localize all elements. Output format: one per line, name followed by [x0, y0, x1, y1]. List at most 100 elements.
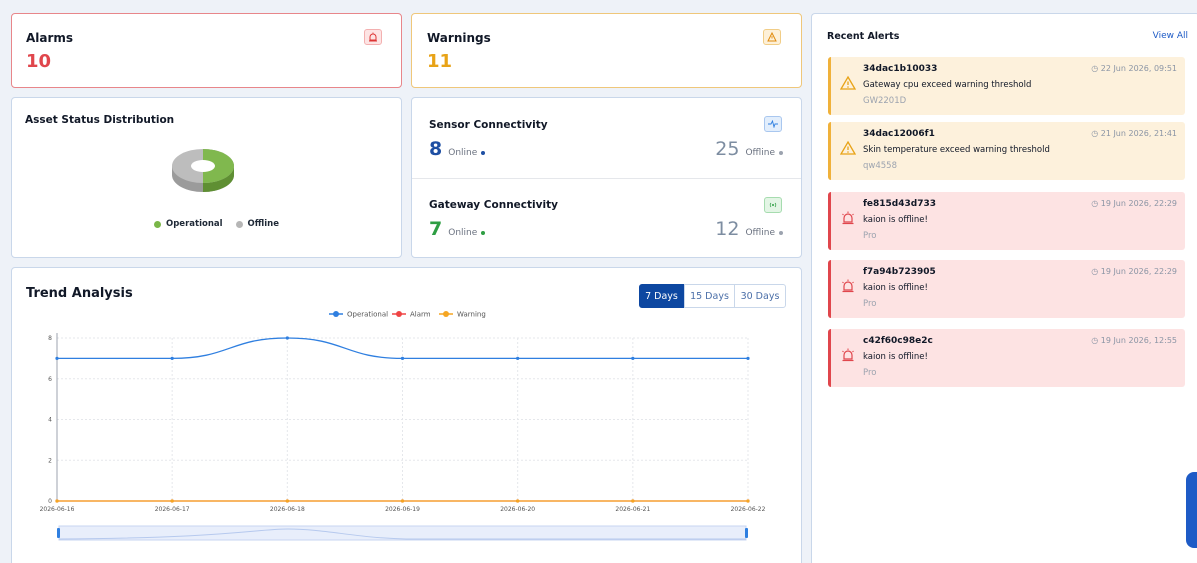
warning-icon [763, 29, 781, 45]
view-all-link[interactable]: View All [1153, 31, 1188, 41]
online-dot [481, 151, 486, 155]
y-tick-label: 4 [48, 417, 52, 424]
alert-item-alarm[interactable]: fe815d43d733 ◷ 19 Jun 2026, 22:29 kaion is… [828, 192, 1185, 250]
sensor-offline-label: Offline [745, 148, 775, 158]
alert-time: ◷ 22 Jun 2026, 09:51 [1091, 64, 1177, 73]
zoom-slider-track [58, 525, 747, 541]
x-tick-label: 2026-06-20 [500, 506, 535, 513]
alert-item-warning[interactable]: 34dac12006f1 ◷ 21 Jun 2026, 21:41 Skin tem… [828, 122, 1185, 180]
warnings-label: Warnings [427, 31, 491, 45]
help-widget-button[interactable] [1186, 472, 1197, 548]
data-point-warning [516, 499, 520, 503]
alert-time: ◷ 19 Jun 2026, 22:29 [1091, 199, 1177, 208]
sensor-offline: 25 Offline [715, 138, 783, 160]
gateway-offline-count: 12 [715, 218, 740, 240]
activity-icon [764, 116, 782, 132]
alert-time: ◷ 19 Jun 2026, 12:55 [1091, 336, 1177, 345]
data-point-operational [170, 356, 174, 360]
y-tick-label: 0 [48, 498, 52, 505]
sensor-online-count: 8 [429, 138, 443, 160]
alert-time: ◷ 19 Jun 2026, 22:29 [1091, 267, 1177, 276]
online-dot [481, 231, 486, 235]
recent-alerts-panel: Recent Alerts View All 34dac1b10033 ◷ 22 … [811, 13, 1197, 563]
gateway-online-count: 7 [429, 218, 443, 240]
alert-message: Gateway cpu exceed warning threshold [863, 80, 1032, 90]
asset-donut-chart [172, 149, 234, 192]
legend-dot-offline [235, 220, 243, 228]
data-point-warning [400, 499, 405, 503]
x-tick-label: 2026-06-22 [731, 506, 766, 513]
alert-source: GW2201D [863, 96, 907, 106]
y-tick-label: 2 [48, 457, 52, 464]
data-point-warning [285, 499, 289, 503]
y-tick-label: 6 [48, 376, 52, 383]
gateway-online-label: Online [448, 228, 478, 238]
legend-label: Operational [347, 311, 388, 319]
zoom-handle-right[interactable] [745, 528, 748, 538]
alarms-card[interactable]: Alarms 10 [11, 13, 402, 88]
alert-source: Pro [863, 299, 877, 309]
data-point-operational [285, 336, 289, 340]
alert-message: Skin temperature exceed warning threshol… [863, 145, 1050, 155]
siren-icon [840, 210, 856, 226]
legend-offline-label: Offline [247, 219, 279, 229]
gateway-offline: 12 Offline [715, 218, 783, 240]
data-point-operational [55, 356, 59, 360]
x-tick-label: 2026-06-18 [270, 506, 305, 513]
data-point-operational [400, 356, 405, 360]
data-point-operational [746, 356, 750, 360]
x-tick-label: 2026-06-16 [40, 506, 75, 513]
gateway-connectivity-title: Gateway Connectivity [429, 199, 558, 211]
offline-dot [779, 151, 783, 155]
data-point-operational [631, 356, 635, 360]
warning-icon [839, 75, 857, 91]
gateway-online: 7 Online [429, 218, 486, 240]
data-point-warning [55, 499, 59, 503]
trend-line-chart: 0 2 4 6 8 2026-06-16 2026-06-17 2026-06-18 2026-… [40, 311, 766, 541]
zoom-handle-left[interactable] [57, 528, 60, 538]
connectivity-divider [412, 178, 801, 179]
data-point-warning [170, 499, 174, 503]
recent-alerts-title: Recent Alerts [827, 31, 900, 42]
trend-analysis-title: Trend Analysis [26, 286, 133, 301]
y-tick-label: 8 [48, 335, 52, 342]
alert-item-alarm[interactable]: f7a94b723905 ◷ 19 Jun 2026, 22:29 kaion is… [828, 260, 1185, 318]
alert-message: kaion is offline! [863, 215, 928, 225]
alert-id: fe815d43d733 [863, 199, 937, 209]
legend-marker [396, 311, 402, 317]
alert-source: Pro [863, 368, 877, 378]
asset-legend: Operational Offline [154, 219, 279, 229]
alert-message: kaion is offline! [863, 283, 928, 293]
broadcast-icon [764, 197, 782, 213]
x-tick-label: 2026-06-17 [155, 506, 190, 513]
asset-status-title: Asset Status Distribution [25, 114, 175, 126]
connectivity-card: Sensor Connectivity 8 Online 25 Offline … [411, 97, 802, 258]
sensor-online: 8 Online [429, 138, 486, 160]
siren-icon [840, 278, 856, 294]
alert-source: qw4558 [863, 161, 897, 171]
warnings-count: 11 [427, 51, 453, 72]
legend-label: Warning [457, 311, 486, 319]
alert-id: 34dac1b10033 [863, 64, 938, 74]
x-tick-label: 2026-06-19 [385, 506, 420, 513]
sensor-online-label: Online [448, 148, 478, 158]
warning-icon [839, 140, 857, 156]
alert-source: Pro [863, 231, 877, 241]
legend-marker [443, 311, 449, 317]
warnings-card[interactable]: Warnings 11 [411, 13, 802, 88]
gateway-offline-label: Offline [745, 228, 775, 238]
alert-item-alarm[interactable]: c42f60c98e2c ◷ 19 Jun 2026, 12:55 kaion is… [828, 329, 1185, 387]
offline-dot [779, 231, 783, 235]
x-tick-label: 2026-06-21 [615, 506, 650, 513]
alarms-count: 10 [26, 51, 52, 72]
siren-icon [840, 347, 856, 363]
legend-operational-label: Operational [166, 219, 223, 229]
alert-item-warning[interactable]: 34dac1b10033 ◷ 22 Jun 2026, 09:51 Gateway … [828, 57, 1185, 115]
data-point-warning [631, 499, 635, 503]
alert-id: 34dac12006f1 [863, 129, 935, 139]
data-point-warning [746, 499, 750, 503]
alert-id: f7a94b723905 [863, 267, 936, 277]
sensor-connectivity-title: Sensor Connectivity [429, 119, 548, 131]
alert-time: ◷ 21 Jun 2026, 21:41 [1091, 129, 1177, 138]
data-point-operational [516, 356, 520, 360]
